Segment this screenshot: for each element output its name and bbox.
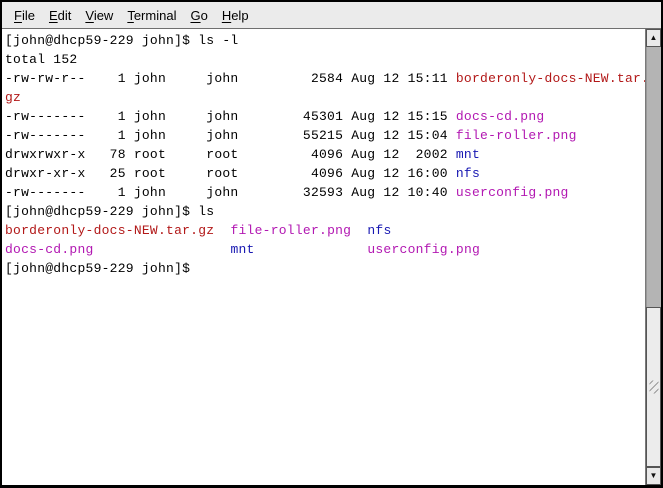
menu-bar: FileEditViewTerminalGoHelp	[2, 2, 661, 29]
terminal-text-segment: [john@dhcp59-229 john]$ ls -l	[5, 33, 239, 48]
terminal-text-segment: file-roller.png	[456, 128, 577, 143]
terminal-text-segment: -rw------- 1 john john 32593 Aug 12 10:4…	[5, 185, 456, 200]
terminal-line: [john@dhcp59-229 john]$ ls -l	[5, 31, 645, 50]
terminal-text-segment: borderonly-docs-NEW.tar.gz	[5, 223, 214, 238]
menu-help[interactable]: Help	[215, 5, 256, 26]
terminal-text-segment: gz	[5, 90, 21, 105]
terminal-text-segment: [john@dhcp59-229 john]$	[5, 261, 198, 276]
terminal-text-segment: -rw-rw-r-- 1 john john 2584 Aug 12 15:11	[5, 71, 456, 86]
terminal-text-segment: -rw------- 1 john john 45301 Aug 12 15:1…	[5, 109, 456, 124]
scrollbar-thumb[interactable]	[646, 307, 661, 467]
terminal-text-segment: -rw------- 1 john john 55215 Aug 12 15:0…	[5, 128, 456, 143]
scrollbar-grip-icon	[649, 381, 658, 394]
terminal-text-segment: drwxrwxr-x 78 root root 4096 Aug 12 2002	[5, 147, 456, 162]
terminal-line: drwxrwxr-x 78 root root 4096 Aug 12 2002…	[5, 145, 645, 164]
terminal-window: FileEditViewTerminalGoHelp [john@dhcp59-…	[0, 0, 663, 488]
terminal-text-segment: userconfig.png	[367, 242, 480, 257]
terminal-text-segment: nfs	[367, 223, 391, 238]
terminal-text-segment: [john@dhcp59-229 john]$ ls	[5, 204, 214, 219]
terminal-text-segment: drwxr-xr-x 25 root root 4096 Aug 12 16:0…	[5, 166, 456, 181]
terminal-output[interactable]: [john@dhcp59-229 john]$ ls -l total 152 -r…	[2, 29, 645, 485]
terminal-text-segment: total 152	[5, 52, 77, 67]
terminal-line: -rw------- 1 john john 32593 Aug 12 10:4…	[5, 183, 645, 202]
terminal-line: gz	[5, 88, 645, 107]
terminal-line: -rw-rw-r-- 1 john john 2584 Aug 12 15:11…	[5, 69, 645, 88]
terminal-text-segment: mnt	[456, 147, 480, 162]
up-arrow-icon: ▲	[650, 34, 658, 42]
scrollbar[interactable]: ▲ ▼	[645, 29, 661, 485]
terminal-line: docs-cd.png mnt userconfig.png	[5, 240, 645, 259]
terminal-text-segment	[214, 223, 230, 238]
terminal-text-segment: file-roller.png	[230, 223, 351, 238]
terminal-line: -rw------- 1 john john 45301 Aug 12 15:1…	[5, 107, 645, 126]
prompt-line: [john@dhcp59-229 john]$	[5, 259, 645, 278]
terminal-line: -rw------- 1 john john 55215 Aug 12 15:0…	[5, 126, 645, 145]
terminal-text-segment: docs-cd.png	[5, 242, 94, 257]
terminal-text-segment	[255, 242, 368, 257]
terminal-line: drwxr-xr-x 25 root root 4096 Aug 12 16:0…	[5, 164, 645, 183]
down-arrow-icon: ▼	[650, 472, 658, 480]
terminal-line: [john@dhcp59-229 john]$ ls	[5, 202, 645, 221]
terminal-text-segment: userconfig.png	[456, 185, 569, 200]
menu-go[interactable]: Go	[183, 5, 214, 26]
scrollbar-trough[interactable]	[646, 47, 661, 467]
terminal-text-segment: nfs	[456, 166, 480, 181]
terminal-text-segment: mnt	[230, 242, 254, 257]
terminal-line: total 152	[5, 50, 645, 69]
terminal-text-segment: docs-cd.png	[456, 109, 545, 124]
menu-file[interactable]: File	[7, 5, 42, 26]
scroll-down-button[interactable]: ▼	[646, 467, 661, 485]
menu-edit[interactable]: Edit	[42, 5, 78, 26]
scroll-up-button[interactable]: ▲	[646, 29, 661, 47]
menu-view[interactable]: View	[78, 5, 120, 26]
terminal-text-segment	[351, 223, 367, 238]
terminal-text-segment	[94, 242, 231, 257]
terminal-line: borderonly-docs-NEW.tar.gz file-roller.p…	[5, 221, 645, 240]
terminal-text-segment: borderonly-docs-NEW.tar.	[456, 71, 645, 86]
menu-terminal[interactable]: Terminal	[120, 5, 183, 26]
window-content: [john@dhcp59-229 john]$ ls -l total 152 -r…	[2, 29, 661, 485]
